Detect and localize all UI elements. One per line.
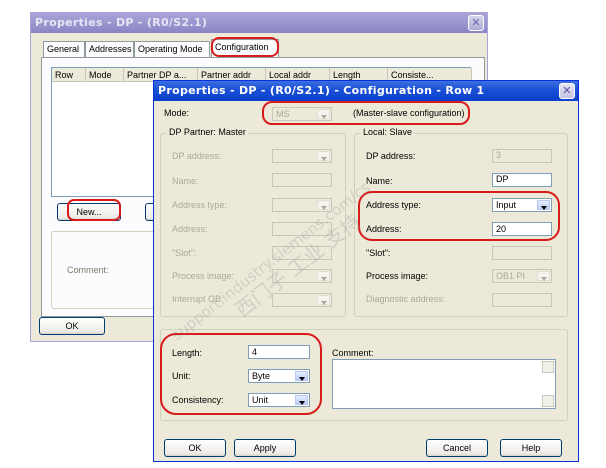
dp-partner-title: DP Partner: Master (167, 127, 248, 137)
front-close-icon[interactable]: ✕ (559, 83, 575, 99)
back-comment-label: Comment: (67, 265, 109, 275)
tab-addresses[interactable]: Addresses (85, 41, 134, 57)
configuration-row-dialog: Properties - DP - (R0/S2.1) - Configurat… (153, 80, 579, 462)
annotation-local-address (358, 191, 560, 241)
local-process-image-label: Process image: (366, 271, 429, 281)
local-diagnostic-field[interactable] (492, 293, 552, 307)
back-title-bar[interactable]: Properties - DP - (R0/S2.1) ✕ (31, 13, 487, 33)
front-title-text: Properties - DP - (R0/S2.1) - Configurat… (158, 84, 485, 97)
apply-button[interactable]: Apply (234, 439, 296, 457)
annotation-configuration-tab (211, 37, 279, 57)
comment-scroll-down-icon[interactable] (542, 395, 554, 407)
back-title-text: Properties - DP - (R0/S2.1) (35, 16, 208, 29)
partner-interrupt-ob-dropdown-icon[interactable] (317, 295, 330, 305)
local-dp-address-field[interactable]: 3 (492, 149, 552, 163)
front-title-bar[interactable]: Properties - DP - (R0/S2.1) - Configurat… (154, 81, 578, 101)
back-ok-button[interactable]: OK (39, 317, 105, 335)
local-dp-address-value: 3 (496, 150, 502, 160)
local-name-value: DP (496, 174, 509, 184)
annotation-length-unit-consistency (160, 333, 322, 415)
local-slave-title: Local: Slave (361, 127, 415, 137)
local-slot-field[interactable] (492, 246, 552, 260)
partner-process-image-dropdown-icon[interactable] (317, 271, 330, 281)
partner-dp-address-select[interactable] (272, 149, 332, 163)
local-name-label: Name: (366, 176, 393, 186)
partner-address-label: Address: (172, 224, 208, 234)
local-process-image-dropdown-icon[interactable] (537, 271, 550, 281)
back-close-icon[interactable]: ✕ (468, 15, 484, 31)
mode-label: Mode: (164, 108, 190, 118)
ok-button[interactable]: OK (164, 439, 226, 457)
partner-slot-label: "Slot": (172, 248, 197, 258)
comment-label: Comment: (332, 348, 374, 358)
partner-name-field[interactable] (272, 173, 332, 187)
tab-operating-mode[interactable]: Operating Mode (134, 41, 210, 57)
partner-dp-address-label: DP address: (172, 151, 222, 161)
local-process-image-value: OB1 PI (496, 271, 526, 281)
local-dp-address-label: DP address: (366, 151, 416, 161)
annotation-new-button (67, 199, 121, 221)
partner-address-type-label: Address type: (172, 200, 228, 210)
partner-process-image-label: Process image: (172, 271, 235, 281)
local-process-image-select[interactable]: OB1 PI (492, 269, 552, 283)
local-name-field[interactable]: DP (492, 173, 552, 187)
tab-general[interactable]: General (43, 41, 85, 57)
col-mode[interactable]: Mode (86, 68, 124, 82)
comment-textarea[interactable] (332, 359, 556, 409)
partner-dp-address-dropdown-icon[interactable] (317, 151, 330, 161)
local-diagnostic-label: Diagnostic address: (366, 294, 446, 304)
help-button[interactable]: Help (500, 439, 562, 457)
local-slot-label: "Slot": (366, 248, 391, 258)
cancel-button[interactable]: Cancel (426, 439, 488, 457)
comment-scroll-up-icon[interactable] (542, 361, 554, 373)
annotation-mode (262, 101, 470, 125)
partner-name-label: Name: (172, 176, 199, 186)
col-row[interactable]: Row (52, 68, 86, 82)
